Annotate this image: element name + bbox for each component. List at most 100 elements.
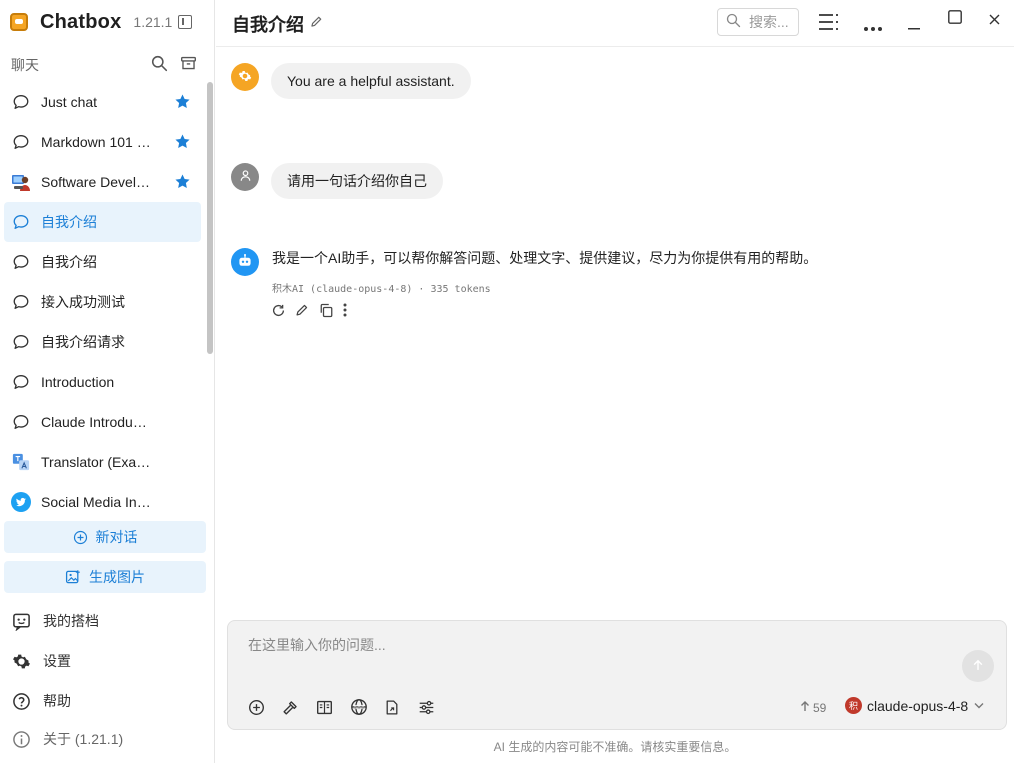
assistant-message-text: 我是一个AI助手，可以帮你解答问题、处理文字、提供建议，尽力为你提供有用的帮助。 bbox=[272, 250, 818, 266]
user-message-bubble: 请用一句话介绍你自己 bbox=[271, 163, 443, 199]
send-button[interactable] bbox=[962, 650, 994, 682]
arrow-up-icon bbox=[971, 658, 985, 675]
chat-item[interactable]: Software Developer bbox=[4, 162, 201, 202]
chat-bubble-icon bbox=[11, 212, 31, 232]
search-placeholder: 搜索... bbox=[749, 14, 789, 30]
model-selector[interactable]: 积 claude-opus-4-8 bbox=[845, 697, 984, 714]
star-icon[interactable] bbox=[174, 173, 191, 193]
new-chat-button[interactable]: 新对话 bbox=[4, 521, 206, 553]
plus-circle-icon bbox=[73, 530, 88, 545]
my-copilots-menu-item[interactable]: 我的搭档 bbox=[11, 609, 99, 633]
chat-item-label: Social Media Influencer bbox=[41, 494, 153, 510]
chat-item-label: 自我介绍 bbox=[41, 254, 97, 270]
gear-icon bbox=[11, 651, 31, 671]
app-name: Chatbox bbox=[40, 10, 122, 33]
star-icon[interactable] bbox=[174, 133, 191, 153]
token-count: 59 bbox=[800, 700, 826, 715]
chat-item-label: 接入成功测试 bbox=[41, 294, 125, 310]
chat-item-label: 自我介绍请求 bbox=[41, 334, 125, 350]
robot-icon bbox=[237, 253, 253, 272]
collapse-sidebar-icon[interactable] bbox=[178, 15, 193, 29]
model-name: claude-opus-4-8 bbox=[867, 697, 969, 714]
assistant-avatar bbox=[231, 248, 259, 276]
attach-plus-icon[interactable] bbox=[248, 698, 282, 716]
edit-message-icon[interactable] bbox=[295, 302, 319, 318]
translator-avatar-icon bbox=[11, 452, 31, 472]
sidebar: Chatbox 1.21.1 聊天 Just chat Markdown 101… bbox=[0, 0, 215, 763]
star-icon[interactable] bbox=[174, 93, 191, 113]
search-box[interactable]: 搜索... bbox=[717, 8, 799, 36]
chat-item[interactable]: 自我介绍 bbox=[4, 242, 201, 282]
copilot-icon bbox=[11, 611, 31, 631]
composer: WWW 59 积 claude-opus-4-8 bbox=[227, 620, 1007, 730]
chat-bubble-icon bbox=[11, 372, 31, 392]
system-message-bubble: You are a helpful assistant. bbox=[271, 63, 471, 99]
app-version: 1.21.1 bbox=[133, 14, 173, 30]
chat-item-label: Claude Introduction bbox=[41, 414, 153, 430]
file-link-icon[interactable] bbox=[384, 698, 418, 716]
user-message: 请用一句话介绍你自己 bbox=[231, 163, 443, 199]
chatbox-logo-icon bbox=[10, 13, 28, 31]
message-input[interactable] bbox=[248, 637, 908, 653]
web-search-globe-icon[interactable]: WWW bbox=[350, 698, 384, 716]
model-provider-badge: 积 bbox=[845, 697, 862, 714]
about-label: 关于 (1.21.1) bbox=[43, 731, 124, 747]
chat-section-label: 聊天 bbox=[11, 57, 39, 73]
chat-item[interactable]: Social Media Influencer bbox=[4, 482, 201, 512]
toc-icon[interactable] bbox=[818, 12, 840, 35]
chat-item-label: Translator (Example) bbox=[41, 454, 153, 470]
tools-hammer-icon[interactable] bbox=[282, 698, 316, 716]
settings-menu-item[interactable]: 设置 bbox=[11, 649, 71, 673]
brand: Chatbox 1.21.1 bbox=[10, 9, 210, 35]
regenerate-icon[interactable] bbox=[271, 302, 295, 318]
close-window-icon[interactable] bbox=[989, 12, 1000, 28]
my-copilots-label: 我的搭档 bbox=[43, 613, 99, 629]
search-icon bbox=[726, 13, 741, 31]
chat-item-active[interactable]: 自我介绍 bbox=[4, 202, 201, 242]
gear-icon bbox=[238, 69, 252, 86]
assistant-message-meta: 积木AI (claude-opus-4-8) · 335 tokens bbox=[272, 284, 491, 295]
copy-icon[interactable] bbox=[319, 302, 343, 318]
help-label: 帮助 bbox=[43, 693, 71, 709]
twitter-avatar-icon bbox=[11, 492, 31, 512]
help-menu-item[interactable]: 帮助 bbox=[11, 689, 71, 713]
chat-item-label: 自我介绍 bbox=[41, 214, 97, 230]
chat-list: Just chat Markdown 101 (Inline Styles) S… bbox=[4, 82, 201, 512]
chat-item[interactable]: Introduction bbox=[4, 362, 201, 402]
chat-item-label: Markdown 101 (Inline Styles) bbox=[41, 134, 153, 150]
chat-item[interactable]: Translator (Example) bbox=[4, 442, 201, 482]
developer-avatar-icon bbox=[11, 172, 31, 192]
new-image-button[interactable]: 生成图片 bbox=[4, 561, 206, 593]
chat-bubble-icon bbox=[11, 92, 31, 112]
search-chats-icon[interactable] bbox=[151, 55, 168, 75]
composer-tools: WWW bbox=[248, 698, 452, 716]
help-icon bbox=[11, 691, 31, 711]
chat-item[interactable]: Claude Introduction bbox=[4, 402, 201, 442]
minimize-window-icon[interactable] bbox=[908, 17, 920, 33]
chat-item[interactable]: 自我介绍请求 bbox=[4, 322, 201, 362]
chat-item[interactable]: 接入成功测试 bbox=[4, 282, 201, 322]
chat-header: 自我介绍 搜索... bbox=[216, 0, 1014, 47]
person-icon bbox=[239, 169, 252, 185]
svg-text:WWW: WWW bbox=[353, 705, 365, 709]
maximize-window-icon[interactable] bbox=[948, 10, 962, 27]
message-actions bbox=[271, 302, 367, 318]
knowledge-book-icon[interactable] bbox=[316, 698, 350, 716]
chat-bubble-icon bbox=[11, 292, 31, 312]
edit-title-icon[interactable] bbox=[310, 15, 323, 31]
chat-list-scrollbar[interactable] bbox=[207, 82, 213, 354]
archive-icon[interactable] bbox=[180, 55, 197, 75]
chat-item[interactable]: Markdown 101 (Inline Styles) bbox=[4, 122, 201, 162]
arrow-up-small-icon bbox=[800, 700, 810, 715]
chat-item[interactable]: Just chat bbox=[4, 82, 201, 122]
chat-bubble-icon bbox=[11, 252, 31, 272]
user-avatar bbox=[231, 163, 259, 191]
more-vertical-icon[interactable] bbox=[343, 302, 367, 318]
chat-item-label: Software Developer bbox=[41, 174, 153, 190]
assistant-message bbox=[231, 248, 259, 276]
more-options-icon[interactable] bbox=[863, 19, 883, 35]
about-menu-item[interactable]: 关于 (1.21.1) bbox=[11, 727, 123, 751]
sliders-settings-icon[interactable] bbox=[418, 698, 452, 716]
chevron-down-icon bbox=[974, 702, 984, 709]
token-count-value: 59 bbox=[813, 700, 827, 715]
